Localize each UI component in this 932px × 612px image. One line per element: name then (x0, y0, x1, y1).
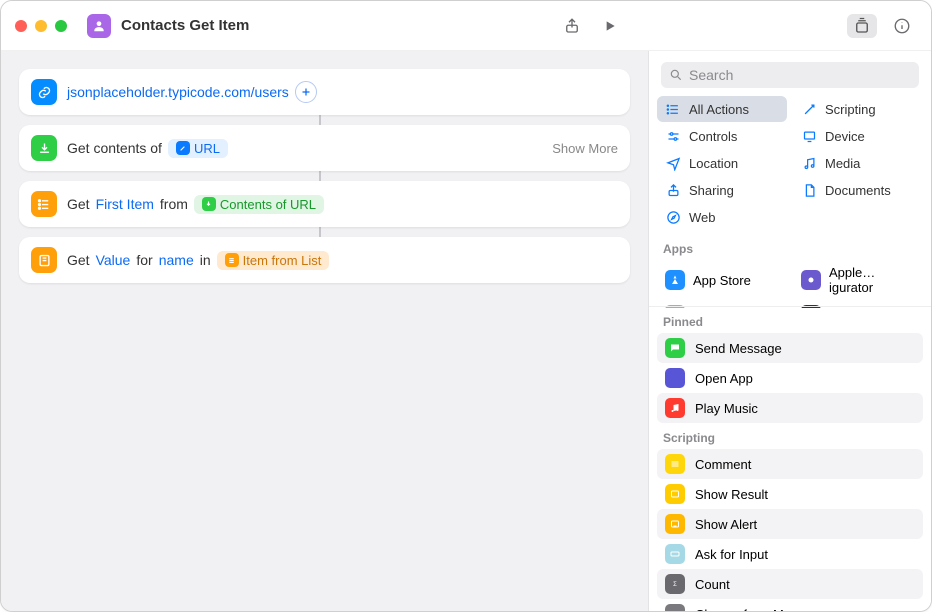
connector (319, 227, 321, 237)
action-show-result[interactable]: Show Result (657, 479, 923, 509)
app-appstore[interactable]: App Store (657, 260, 787, 300)
run-button[interactable] (601, 17, 619, 35)
share-button[interactable] (563, 17, 581, 35)
pinned-send-message[interactable]: Send Message (657, 333, 923, 363)
pinned-list: Send Message Open App Play Music (649, 333, 931, 423)
scripting-list: Comment Show Result Show Alert Ask for I… (649, 449, 931, 611)
workflow-canvas[interactable]: jsonplaceholder.typicode.com/users Get c… (1, 51, 648, 611)
pinned-label: Pinned (649, 307, 931, 333)
label: Get (67, 252, 90, 268)
library-toggle[interactable] (847, 14, 877, 38)
label: in (200, 252, 211, 268)
search-input[interactable]: Search (661, 62, 919, 88)
add-url-button[interactable] (295, 81, 317, 103)
app-configurator[interactable]: Apple…igurator (793, 260, 923, 300)
apps-grid: App Store Apple…igurator Books Calculato… (649, 260, 931, 308)
label: for (136, 252, 152, 268)
list-icon (665, 101, 681, 117)
titlebar: Contacts Get Item (1, 1, 931, 51)
body: jsonplaceholder.typicode.com/users Get c… (1, 51, 931, 611)
category-scripting[interactable]: Scripting (793, 96, 923, 122)
window-title: Contacts Get Item (121, 17, 249, 34)
window: Contacts Get Item (0, 0, 932, 612)
action-url[interactable]: jsonplaceholder.typicode.com/users (19, 69, 630, 115)
category-controls[interactable]: Controls (657, 123, 787, 149)
action-get-contents[interactable]: Get contents of URL Show More (19, 125, 630, 171)
item-picker[interactable]: First Item (96, 196, 154, 212)
zoom-window[interactable] (55, 20, 67, 32)
action-show-alert[interactable]: Show Alert (657, 509, 923, 539)
pinned-open-app[interactable]: Open App (657, 363, 923, 393)
safari-icon (665, 209, 681, 225)
slider-icon (665, 128, 681, 144)
action-library-sidebar: Search All Actions Scripting Controls (648, 51, 931, 611)
category-documents[interactable]: Documents (793, 177, 923, 203)
action-get-value[interactable]: Get Value for name in Item from List (19, 237, 630, 283)
close-window[interactable] (15, 20, 27, 32)
action-comment[interactable]: Comment (657, 449, 923, 479)
source-chip[interactable]: Item from List (217, 251, 330, 270)
doc-icon (801, 182, 817, 198)
category-device[interactable]: Device (793, 123, 923, 149)
minimize-window[interactable] (35, 20, 47, 32)
link-icon (31, 79, 57, 105)
share-icon (665, 182, 681, 198)
source-chip[interactable]: Contents of URL (194, 195, 324, 214)
category-media[interactable]: Media (793, 150, 923, 176)
action-choose-menu[interactable]: Choose from Menu (657, 599, 923, 611)
url-token[interactable]: jsonplaceholder.typicode.com/users (67, 84, 289, 100)
device-icon (801, 128, 817, 144)
key-input[interactable]: name (159, 252, 194, 268)
action-count[interactable]: Σ Count (657, 569, 923, 599)
url-input-chip[interactable]: URL (168, 139, 228, 158)
connector (319, 171, 321, 181)
svg-text:Σ: Σ (673, 582, 677, 588)
pinned-play-music[interactable]: Play Music (657, 393, 923, 423)
dictionary-icon (31, 247, 57, 273)
search-placeholder: Search (689, 67, 733, 83)
category-all-actions[interactable]: All Actions (657, 96, 787, 122)
action-get-item[interactable]: Get First Item from Contents of URL (19, 181, 630, 227)
category-sharing[interactable]: Sharing (657, 177, 787, 203)
label: from (160, 196, 188, 212)
label: Get (67, 196, 90, 212)
wand-icon (801, 101, 817, 117)
music-icon (801, 155, 817, 171)
scripting-label: Scripting (649, 423, 931, 449)
list-item-icon (31, 191, 57, 217)
category-web[interactable]: Web (657, 204, 787, 230)
label: Get contents of (67, 140, 162, 156)
download-icon (31, 135, 57, 161)
info-toggle[interactable] (887, 14, 917, 38)
show-more-button[interactable]: Show More (552, 141, 618, 156)
apps-label: Apps (649, 234, 931, 260)
action-ask-input[interactable]: Ask for Input (657, 539, 923, 569)
location-icon (665, 155, 681, 171)
shortcut-app-icon (87, 14, 111, 38)
window-controls (15, 20, 67, 32)
value-picker[interactable]: Value (96, 252, 131, 268)
connector (319, 115, 321, 125)
category-location[interactable]: Location (657, 150, 787, 176)
category-grid: All Actions Scripting Controls Device Lo… (649, 96, 931, 234)
